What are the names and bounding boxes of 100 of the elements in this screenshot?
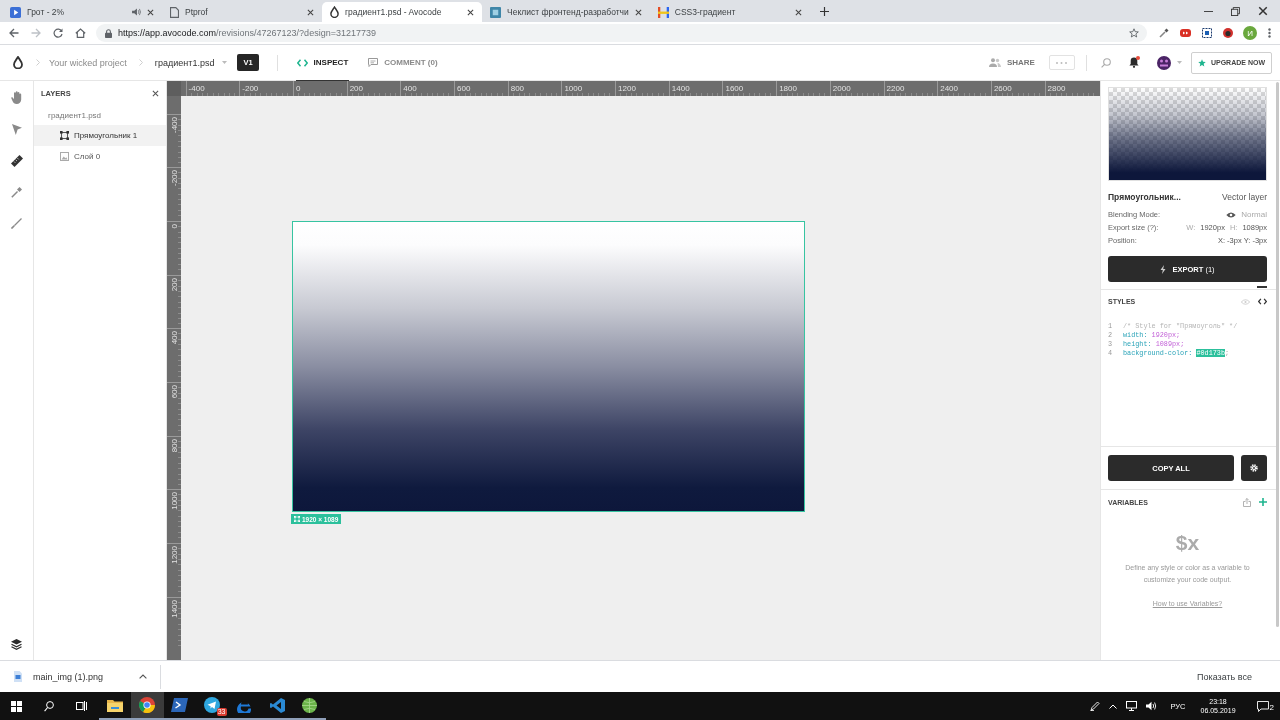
dots-icon — [1056, 61, 1068, 64]
user-avatar[interactable] — [1156, 55, 1171, 70]
ruler-label: -200 — [242, 84, 259, 93]
lock-icon — [105, 28, 112, 38]
plus-icon[interactable] — [819, 6, 829, 16]
square-favicon-icon — [490, 6, 501, 18]
ruler-label: 1400 — [671, 84, 690, 93]
ruler-label: 400 — [169, 331, 179, 345]
caret-up-icon[interactable] — [139, 674, 148, 679]
notification-icon[interactable] — [1256, 700, 1269, 712]
terminal-icon — [171, 698, 189, 712]
chevron-right-icon — [138, 59, 143, 66]
globe-icon — [302, 697, 318, 713]
comment-icon — [368, 58, 379, 67]
ruler-label: 1400 — [169, 599, 179, 618]
ruler-label: -400 — [188, 84, 205, 93]
eye-icon[interactable] — [1226, 211, 1237, 218]
view-tab[interactable]: COMMENT (0) — [367, 45, 439, 82]
gear-icon — [1250, 464, 1258, 472]
pen-icon[interactable] — [1090, 701, 1101, 711]
ruler-label: 2800 — [1047, 84, 1066, 93]
notification-count: 2 — [1269, 703, 1274, 712]
task-view-icon[interactable] — [75, 701, 87, 711]
breadcrumb-link[interactable]: Your wicked project — [49, 57, 127, 68]
ruler-label: 2400 — [940, 84, 958, 93]
ruler-label: 1600 — [725, 84, 744, 93]
ruler-label: 1800 — [779, 84, 797, 93]
ruler-label: 2000 — [832, 84, 851, 93]
ruler-label: -400 — [169, 116, 179, 133]
settings-button[interactable] — [1241, 455, 1267, 481]
home-icon[interactable] — [75, 28, 86, 38]
code-icon[interactable] — [1258, 298, 1267, 305]
layers-icon[interactable] — [11, 639, 22, 650]
layer-item[interactable]: Слой 0 — [34, 146, 166, 167]
reload-icon[interactable] — [53, 28, 63, 38]
browser-tab[interactable]: CSS3-градиент — [649, 2, 810, 22]
browser-tab[interactable]: градиент1.psd - Avocode — [322, 2, 482, 22]
ruler-label: 1000 — [564, 84, 583, 93]
gradient-artboard[interactable] — [292, 221, 805, 512]
restore-icon[interactable] — [1231, 6, 1240, 16]
menu-icon[interactable] — [1268, 28, 1271, 38]
round-extension-icon[interactable] — [1223, 28, 1233, 38]
close-icon[interactable] — [467, 8, 474, 16]
search-icon[interactable] — [43, 700, 54, 712]
drop-icon — [330, 6, 339, 18]
ruler-label: 1200 — [169, 546, 179, 564]
ruler-label: 600 — [169, 385, 179, 399]
cursor-arrow-icon[interactable] — [11, 124, 22, 135]
ruler-label: -200 — [169, 170, 179, 187]
ruler-label: 0 — [295, 84, 301, 93]
ruler-label: 0 — [169, 223, 179, 229]
people-icon — [988, 58, 1001, 67]
address-field[interactable]: https://app.avocode.com/revisions/47267123/?design=31217739 — [96, 24, 1147, 42]
eyedropper-icon[interactable] — [1159, 28, 1169, 38]
hand-icon[interactable] — [10, 91, 23, 104]
code-icon — [296, 58, 308, 67]
star-icon[interactable] — [1129, 28, 1139, 38]
chevron-right-icon — [36, 59, 40, 66]
minimize-icon[interactable] — [1204, 10, 1213, 12]
breadcrumb-link[interactable]: градиент1.psd — [154, 57, 215, 68]
show-all-link[interactable]: Показать все — [1197, 671, 1252, 682]
ruler-label: 200 — [349, 84, 363, 93]
browser-tab[interactable]: Чеклист фронтенд-разработчи — [482, 2, 650, 22]
scrollbar[interactable] — [1276, 82, 1279, 627]
ruler-label: 600 — [457, 84, 471, 93]
ruler-label: 1000 — [169, 492, 179, 511]
download-file-name[interactable]: main_img (1).png — [33, 671, 104, 682]
ruler-icon[interactable] — [10, 155, 23, 167]
brush-icon[interactable] — [11, 218, 22, 229]
close-icon[interactable] — [147, 8, 154, 16]
drop-logo-icon[interactable] — [13, 56, 23, 69]
share-button[interactable]: SHARE — [988, 58, 1035, 67]
taskbar-button[interactable] — [131, 692, 164, 720]
folder-icon — [106, 698, 123, 712]
eyedropper-icon[interactable] — [11, 187, 22, 198]
speaker-icon[interactable] — [1146, 701, 1158, 711]
close-icon[interactable] — [1258, 6, 1268, 16]
shape-layer-icon — [294, 516, 300, 522]
bell-icon[interactable] — [1128, 57, 1139, 68]
network-icon[interactable] — [1126, 701, 1138, 711]
play-pill-icon[interactable] — [1180, 29, 1191, 37]
browser-tab[interactable]: Грот - 2% — [2, 2, 162, 22]
layer-item[interactable]: Прямоугольник 1 — [34, 125, 166, 146]
star-icon — [1197, 58, 1206, 67]
dashed-square-icon[interactable] — [1202, 28, 1212, 38]
property-value: Normal — [1241, 210, 1267, 219]
close-icon[interactable] — [307, 8, 314, 16]
file-name: градиент1.psd — [47, 109, 103, 122]
windows-logo-icon[interactable] — [10, 700, 22, 712]
browser-tab[interactable]: Ptprof — [162, 2, 322, 22]
close-icon[interactable] — [794, 8, 802, 16]
chevron-up-icon[interactable] — [1109, 703, 1118, 709]
close-icon[interactable] — [634, 8, 642, 16]
close-icon[interactable] — [152, 89, 159, 97]
bars-favicon-icon — [657, 6, 669, 18]
chrome-icon — [139, 697, 156, 713]
back-icon[interactable] — [9, 28, 19, 38]
layer-name: Прямоугольник... — [1108, 192, 1181, 202]
ruler-label: 2200 — [886, 84, 905, 93]
ruler-corner — [167, 81, 181, 96]
